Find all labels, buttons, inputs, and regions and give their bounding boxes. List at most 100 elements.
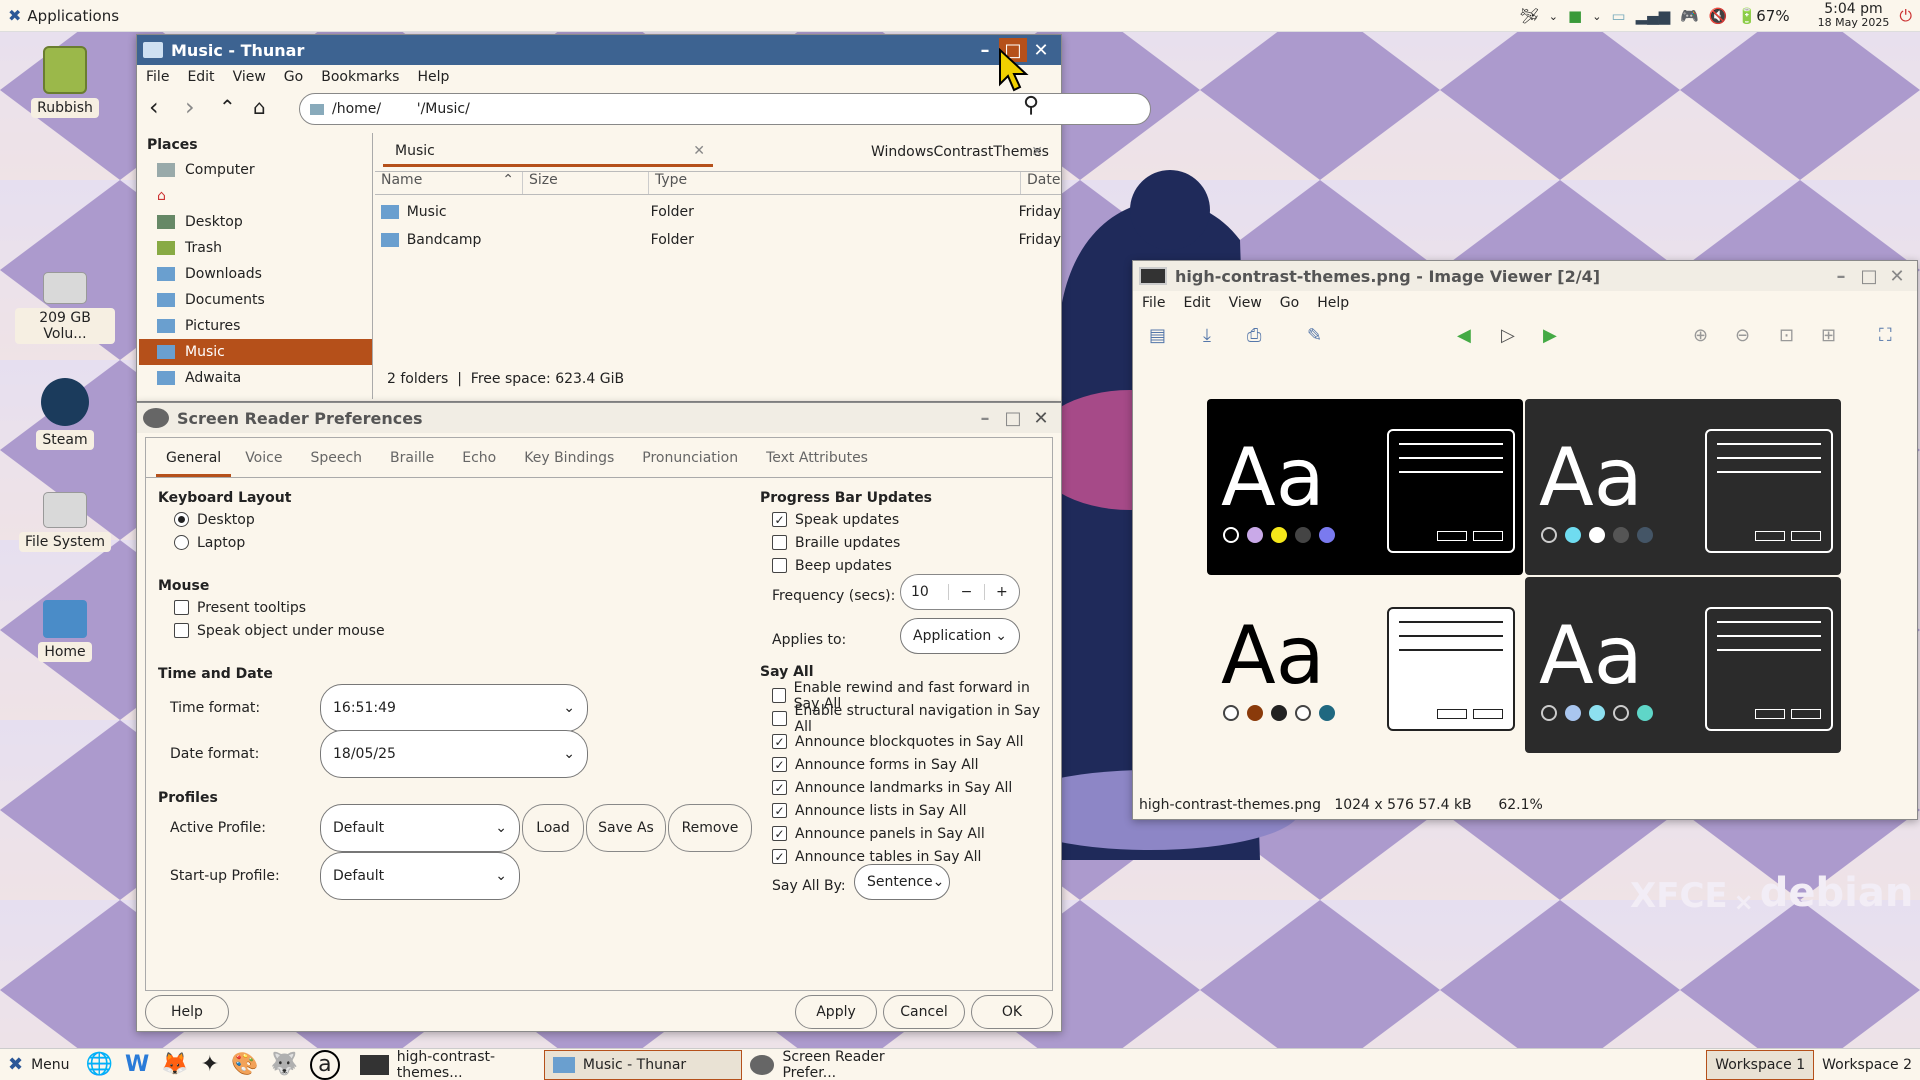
tab-speech[interactable]: Speech <box>296 450 376 466</box>
gimp-icon[interactable]: 🐺 <box>270 1052 297 1077</box>
frequency-spinner[interactable]: 10 − + <box>900 574 1020 610</box>
close-icon[interactable]: ✕ <box>1031 144 1043 160</box>
frequency-value[interactable]: 10 <box>901 584 948 600</box>
save-as-button[interactable]: Save As <box>586 804 666 852</box>
table-row[interactable]: Music Folder Friday <box>375 199 1061 225</box>
menu-edit[interactable]: Edit <box>1174 295 1219 311</box>
help-button[interactable]: Help <box>145 995 229 1029</box>
menu-go[interactable]: Go <box>275 69 312 85</box>
display-icon[interactable]: ▭ <box>1611 7 1625 25</box>
sidebar-item-computer[interactable]: Computer <box>139 157 372 183</box>
remove-button[interactable]: Remove <box>668 804 752 852</box>
time-format-select[interactable]: 16:51:49 ⌄ <box>320 684 588 732</box>
tab-text-attributes[interactable]: Text Attributes <box>752 450 882 466</box>
column-type[interactable]: Type <box>649 172 1021 194</box>
close-icon[interactable]: ✕ <box>693 143 713 159</box>
firefox-icon[interactable]: 🦊 <box>161 1052 188 1077</box>
home-icon[interactable]: ⌂ <box>253 95 266 119</box>
orca-titlebar[interactable]: Screen Reader Preferences – □ ✕ <box>137 403 1061 433</box>
checkbox-present-tooltips[interactable]: Present tooltips <box>174 596 306 619</box>
thunar-titlebar[interactable]: Music - Thunar – □ ✕ <box>137 35 1061 65</box>
date-format-select[interactable]: 18/05/25 ⌄ <box>320 730 588 778</box>
accessibility-icon[interactable]: a <box>309 1049 340 1080</box>
edit-icon[interactable]: ✎ <box>1307 325 1322 346</box>
krita-icon[interactable]: 🎨 <box>231 1052 258 1077</box>
close-button[interactable]: ✕ <box>1883 264 1911 288</box>
previous-icon[interactable]: ◀ <box>1457 325 1471 346</box>
checkbox[interactable] <box>772 558 787 573</box>
minimize-button[interactable]: – <box>971 406 999 430</box>
applications-menu-button[interactable]: ✖ Applications <box>0 0 127 32</box>
load-button[interactable]: Load <box>522 804 584 852</box>
viewer-titlebar[interactable]: high-contrast-themes.png - Image Viewer … <box>1133 261 1917 291</box>
writer-icon[interactable]: W <box>125 1052 149 1077</box>
workspace-2[interactable]: Workspace 2 <box>1814 1050 1920 1080</box>
checkbox[interactable]: ✓ <box>772 849 787 864</box>
chevron-down-icon[interactable]: ⌄ <box>1549 10 1558 23</box>
up-icon[interactable]: ⌃ <box>219 95 236 119</box>
task-image-viewer[interactable]: high-contrast-themes... <box>352 1049 544 1080</box>
minus-icon[interactable]: − <box>948 584 983 600</box>
zoom-fit-icon[interactable]: ⊡ <box>1779 325 1794 346</box>
menu-help[interactable]: Help <box>1308 295 1358 311</box>
signal-icon[interactable]: ▂▄▆ <box>1636 7 1671 25</box>
column-size[interactable]: Size <box>523 172 649 194</box>
workspace-1[interactable]: Workspace 1 <box>1706 1050 1815 1080</box>
sidebar-item-home[interactable]: ⌂ <box>139 183 372 209</box>
radio-laptop[interactable]: Laptop <box>174 531 245 554</box>
inkscape-icon[interactable]: ✦ <box>201 1052 219 1077</box>
desktop-icon-steam[interactable]: Steam <box>15 378 115 450</box>
search-icon[interactable]: ⚲ <box>1023 93 1039 118</box>
sidebar-item-desktop[interactable]: Desktop <box>139 209 372 235</box>
checkbox-lists[interactable]: ✓ Announce lists in Say All <box>772 799 966 822</box>
network-icon[interactable]: 🛩 <box>1520 7 1539 25</box>
tab-windowscontrastthemes[interactable]: WindowsContrastThemes ✕ <box>727 137 1057 167</box>
checkbox[interactable]: ✓ <box>772 803 787 818</box>
task-thunar[interactable]: Music - Thunar <box>543 1049 742 1080</box>
clock[interactable]: 5:04 pm 18 May 2025 <box>1818 2 1890 29</box>
tab-braille[interactable]: Braille <box>376 450 448 466</box>
checkbox[interactable]: ✓ <box>772 734 787 749</box>
desktop-icon-filesystem[interactable]: File System <box>15 492 115 552</box>
applies-to-select[interactable]: Application ⌄ <box>900 618 1020 654</box>
desktop-icon-rubbish[interactable]: Rubbish <box>15 46 115 118</box>
checkbox[interactable]: ✓ <box>772 780 787 795</box>
minimize-button[interactable]: – <box>971 38 999 62</box>
back-icon[interactable]: ‹ <box>149 93 159 121</box>
ok-button[interactable]: OK <box>971 995 1053 1029</box>
radio-button[interactable] <box>174 512 189 527</box>
checkbox-forms[interactable]: ✓ Announce forms in Say All <box>772 753 979 776</box>
open-icon[interactable]: ▤ <box>1149 325 1166 346</box>
sidebar-item-adwaita[interactable]: Adwaita <box>139 365 372 391</box>
print-icon[interactable]: ⎙ <box>1247 325 1261 346</box>
minimize-button[interactable]: – <box>1827 264 1855 288</box>
checkbox[interactable]: ✓ <box>772 512 787 527</box>
desktop-icon-home[interactable]: Home <box>15 600 115 662</box>
battery-icon[interactable]: 🔋67% <box>1738 7 1790 25</box>
zoom-in-icon[interactable]: ⊕ <box>1693 325 1708 346</box>
volume-muted-icon[interactable]: 🔇 <box>1709 7 1728 25</box>
fullscreen-icon[interactable]: ⛶ <box>1879 325 1892 346</box>
radio-desktop[interactable]: Desktop <box>174 508 255 531</box>
checkbox[interactable]: ✓ <box>772 757 787 772</box>
checkbox[interactable] <box>772 535 787 550</box>
tab-pronunciation[interactable]: Pronunciation <box>628 450 752 466</box>
desktop-icon-volume[interactable]: 209 GB Volu... <box>15 272 115 344</box>
checkbox-structural-nav[interactable]: Enable structural navigation in Say All <box>772 703 1052 735</box>
menu-file[interactable]: File <box>1133 295 1174 311</box>
power-icon[interactable]: ⏻ <box>1899 6 1912 26</box>
menu-view[interactable]: View <box>1220 295 1271 311</box>
sidebar-item-downloads[interactable]: Downloads <box>139 261 372 287</box>
checkbox-braille-updates[interactable]: Braille updates <box>772 531 900 554</box>
column-date[interactable]: Date <box>1021 172 1060 194</box>
forward-icon[interactable]: › <box>185 93 195 121</box>
zoom-100-icon[interactable]: ⊞ <box>1821 325 1836 346</box>
sidebar-item-documents[interactable]: Documents <box>139 287 372 313</box>
checkbox[interactable]: ✓ <box>772 826 787 841</box>
column-name[interactable]: Name ⌃ <box>375 172 523 194</box>
close-button[interactable]: ✕ <box>1027 38 1055 62</box>
task-orca[interactable]: Screen Reader Prefer... <box>742 1049 942 1080</box>
maximize-button[interactable]: □ <box>999 406 1027 430</box>
close-button[interactable]: ✕ <box>1027 406 1055 430</box>
radio-button[interactable] <box>174 535 189 550</box>
